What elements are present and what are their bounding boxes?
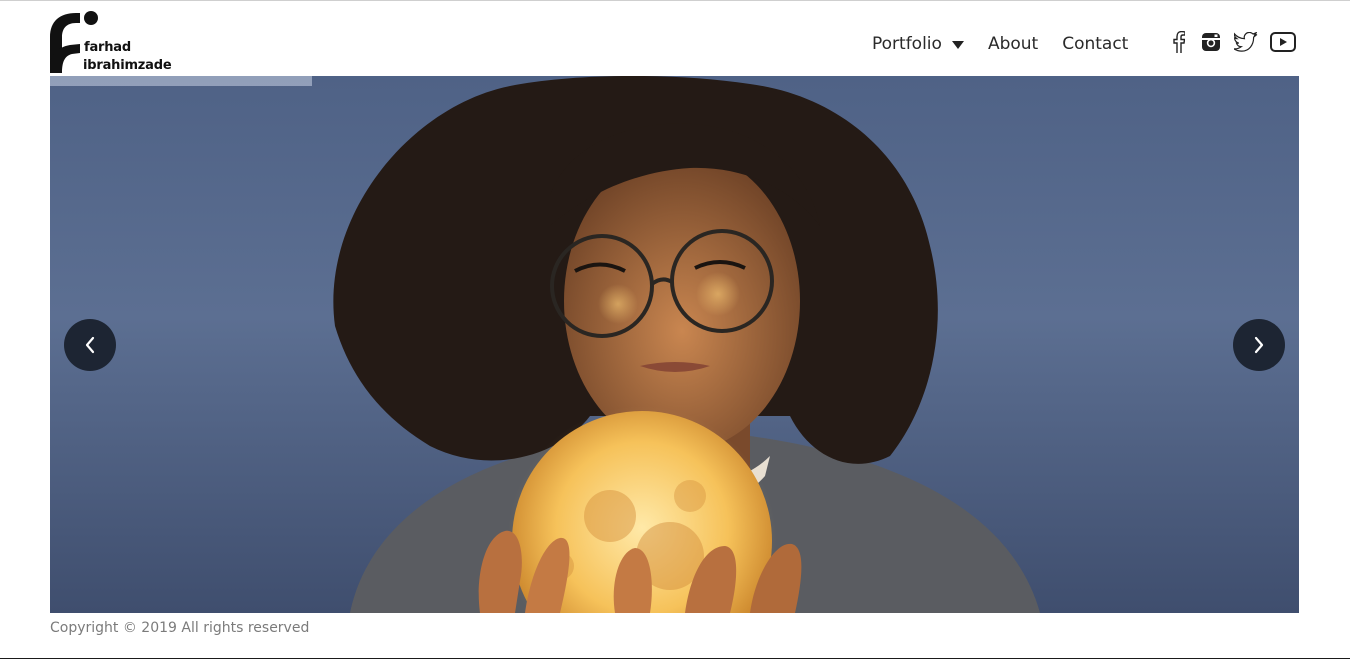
slider-progress-bar	[50, 76, 312, 86]
social-links	[1172, 31, 1306, 53]
hero-slider[interactable]	[50, 76, 1299, 613]
twitter-icon[interactable]	[1234, 31, 1258, 53]
brand-name-last: ibrahimzade	[83, 58, 172, 73]
nav-item-portfolio-label: Portfolio	[872, 34, 942, 54]
youtube-icon[interactable]	[1270, 31, 1296, 53]
chevron-left-icon	[85, 336, 95, 354]
nav-item-about[interactable]: About	[988, 34, 1038, 54]
brand-name-first: farhad	[84, 40, 131, 55]
instagram-icon[interactable]	[1200, 31, 1222, 53]
brand-logo[interactable]: farhad ibrahimzade	[50, 11, 190, 75]
slider-next-button[interactable]	[1233, 319, 1285, 371]
caret-down-icon	[951, 41, 964, 49]
nav-item-contact[interactable]: Contact	[1062, 34, 1128, 54]
chevron-right-icon	[1254, 336, 1264, 354]
hero-image	[50, 76, 1299, 613]
facebook-icon[interactable]	[1172, 31, 1186, 53]
footer-copyright: Copyright © 2019 All rights reserved	[50, 620, 310, 636]
slider-prev-button[interactable]	[64, 319, 116, 371]
main-nav: Portfolio About Contact	[872, 34, 1152, 54]
nav-item-contact-label: Contact	[1062, 34, 1129, 54]
nav-item-portfolio[interactable]: Portfolio	[872, 34, 964, 54]
nav-item-about-label: About	[987, 34, 1039, 54]
